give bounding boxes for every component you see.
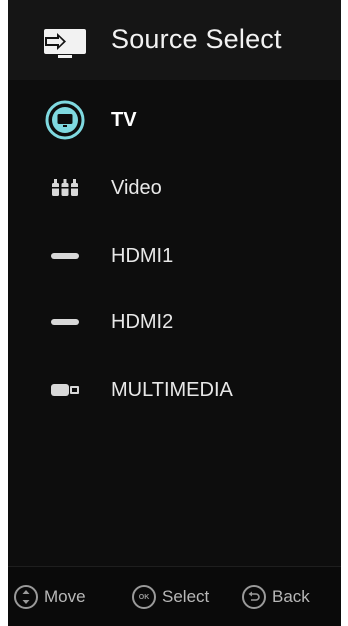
source-label: Video xyxy=(111,177,162,199)
source-label: TV xyxy=(111,109,137,131)
footer-hints: Move OK Select Back xyxy=(8,566,341,626)
select-label: Select xyxy=(162,587,210,606)
source-input-icon xyxy=(42,26,88,62)
source-item-tv[interactable]: TV xyxy=(8,96,341,144)
move-hint: Move xyxy=(14,585,86,609)
header: Source Select xyxy=(8,0,341,80)
source-select-panel: Source Select TV Video HDMI1 HDMI2 MULTI… xyxy=(8,0,341,626)
hdmi-icon xyxy=(42,236,88,276)
source-label: HDMI1 xyxy=(111,245,174,267)
source-item-hdmi1[interactable]: HDMI1 xyxy=(8,232,341,280)
dpad-icon xyxy=(14,585,38,609)
source-label: HDMI2 xyxy=(111,311,174,333)
video-rca-icon xyxy=(42,168,88,208)
ok-button-text: OK xyxy=(138,593,150,601)
source-label: MULTIMEDIA xyxy=(111,379,233,401)
back-arrow-icon xyxy=(242,585,266,609)
page-title: Source Select xyxy=(111,24,282,54)
select-hint: OK Select xyxy=(132,585,209,609)
tv-icon xyxy=(42,100,88,140)
source-item-video[interactable]: Video xyxy=(8,164,341,212)
back-label: Back xyxy=(272,587,310,606)
hdmi-icon xyxy=(42,302,88,342)
ok-button-icon: OK xyxy=(132,585,156,609)
usb-icon xyxy=(42,370,88,410)
source-item-hdmi2[interactable]: HDMI2 xyxy=(8,298,341,346)
move-label: Move xyxy=(44,587,86,606)
source-item-multimedia[interactable]: MULTIMEDIA xyxy=(8,366,341,414)
back-hint: Back xyxy=(242,585,310,609)
